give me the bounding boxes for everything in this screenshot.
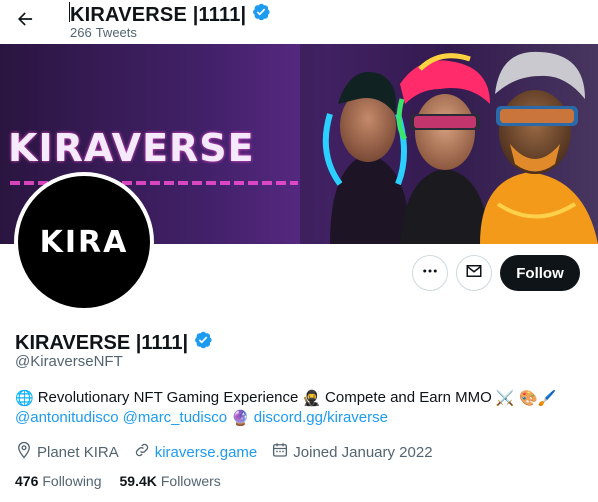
- profile-avatar[interactable]: KIRA: [14, 172, 154, 312]
- joined-text: Joined January 2022: [293, 443, 433, 461]
- bio-text: Revolutionary NFT Gaming Experience: [37, 389, 299, 406]
- profile-handle: @KiraverseNFT: [15, 353, 123, 370]
- header-title-text: KIRAVERSE |1111|: [70, 3, 247, 26]
- verified-badge-icon: [251, 2, 271, 28]
- profile-name-text: KIRAVERSE |1111|: [15, 331, 189, 354]
- profile-bio: 🌐 Revolutionary NFT Gaming Experience 🥷 …: [15, 388, 583, 428]
- message-button[interactable]: [456, 255, 492, 291]
- profile-stats: 476 Following 59.4K Followers: [15, 473, 221, 489]
- following-stat[interactable]: 476 Following: [15, 473, 102, 489]
- mail-icon: [465, 262, 483, 285]
- follow-button[interactable]: Follow: [500, 255, 580, 291]
- tweet-count-label: Tweets: [95, 25, 137, 40]
- followers-stat[interactable]: 59.4K Followers: [120, 473, 221, 489]
- crystal-ball-emoji: 🔮: [231, 409, 250, 427]
- calendar-icon: [271, 441, 289, 463]
- more-options-button[interactable]: [412, 255, 448, 291]
- mention-antonitudisco[interactable]: @antonitudisco: [15, 408, 119, 428]
- joined-date: Joined January 2022: [271, 441, 433, 463]
- back-arrow-icon[interactable]: [12, 6, 38, 32]
- banner-logo: KIRAVERSE: [8, 126, 255, 170]
- followers-label: Followers: [160, 473, 221, 489]
- globe-emoji: 🌐: [15, 389, 34, 407]
- mention-marc-tudisco[interactable]: @marc_tudisco: [123, 408, 227, 428]
- bio-line-1: 🌐 Revolutionary NFT Gaming Experience 🥷 …: [15, 388, 583, 408]
- profile-meta: Planet KIRA kiraverse.game Joined Januar…: [15, 441, 433, 463]
- link-icon: [133, 441, 151, 463]
- verified-badge-icon[interactable]: [193, 330, 213, 356]
- following-label: Following: [42, 473, 102, 489]
- website-link[interactable]: kiraverse.game: [155, 444, 258, 461]
- location-text: Planet KIRA: [37, 443, 119, 461]
- bio-line-2: @antonitudisco @marc_tudisco 🔮 discord.g…: [15, 408, 583, 428]
- location-pin-icon: [15, 441, 33, 463]
- discord-link[interactable]: discord.gg/kiraverse: [254, 408, 388, 428]
- location: Planet KIRA: [15, 441, 119, 463]
- tweet-count: 266 Tweets: [70, 25, 137, 40]
- top-bar: KIRAVERSE |1111| 266 Tweets: [0, 0, 598, 44]
- more-icon: [421, 262, 439, 285]
- followers-count: 59.4K: [119, 473, 157, 489]
- tweet-count-number: 266: [70, 25, 92, 40]
- avatar-logo-text: KIRA: [39, 224, 129, 260]
- ninja-emoji: 🥷: [302, 389, 322, 407]
- website: kiraverse.game: [133, 441, 258, 463]
- following-count: 476: [15, 473, 39, 489]
- bio-text-2: Compete and Earn MMO: [325, 389, 492, 406]
- sword-palette-emojis: ⚔️ 🎨🖌️: [495, 389, 557, 407]
